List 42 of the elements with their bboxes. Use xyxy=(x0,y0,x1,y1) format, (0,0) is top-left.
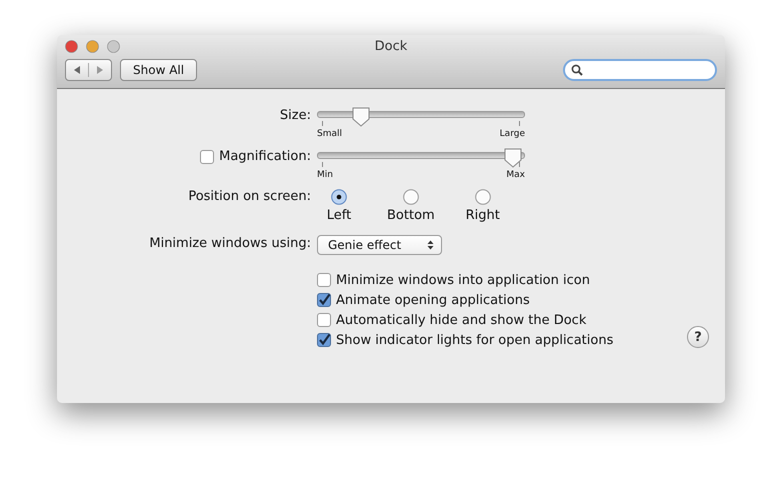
min-label: Min xyxy=(317,170,333,180)
slider-thumb[interactable] xyxy=(504,148,522,168)
checkbox[interactable] xyxy=(317,293,331,307)
checkbox-label: Minimize windows into application icon xyxy=(336,272,590,288)
min-label: Small xyxy=(317,129,342,139)
checkbox[interactable] xyxy=(317,313,331,327)
magnification-label: Magnification: xyxy=(219,148,311,166)
radio-label: Right xyxy=(466,208,500,223)
close-button[interactable] xyxy=(65,40,78,52)
zoom-button[interactable] xyxy=(107,40,120,52)
radio-button[interactable] xyxy=(402,189,419,205)
checkbox[interactable] xyxy=(317,333,331,347)
help-button[interactable]: ? xyxy=(687,326,709,348)
checkbox-label: Show indicator lights for open applications xyxy=(336,332,614,348)
position-label: Position on screen: xyxy=(188,188,311,206)
slider-thumb[interactable] xyxy=(352,107,370,127)
minimize-label: Minimize windows using: xyxy=(149,235,311,253)
checkbox[interactable] xyxy=(317,273,331,287)
checkbox-label: Animate opening applications xyxy=(336,292,530,308)
search-field[interactable] xyxy=(563,59,717,81)
radio-button[interactable] xyxy=(331,189,347,205)
tick-mark xyxy=(519,162,520,167)
minimize-button[interactable] xyxy=(86,40,99,52)
back-arrow-icon[interactable] xyxy=(72,65,82,75)
radio-label: Left xyxy=(326,208,352,223)
back-forward-control[interactable] xyxy=(65,59,112,81)
radio-button[interactable] xyxy=(474,189,491,205)
max-label: Max xyxy=(506,170,525,180)
forward-arrow-icon[interactable] xyxy=(95,65,105,75)
tick-mark xyxy=(322,121,323,126)
checkbox[interactable] xyxy=(200,150,214,164)
radio-label: Bottom xyxy=(387,208,435,223)
search-icon xyxy=(571,64,583,76)
show-all-button[interactable]: Show All xyxy=(120,59,198,81)
tick-mark xyxy=(322,162,323,167)
tick-mark xyxy=(519,121,520,126)
size-label: Size: xyxy=(280,107,311,125)
updown-arrows-icon xyxy=(427,240,434,250)
window-title: Dock xyxy=(374,38,408,54)
checkbox-label: Automatically hide and show the Dock xyxy=(336,312,586,328)
minimize-effect-dropdown[interactable]: Genie effect xyxy=(317,235,442,255)
max-label: Large xyxy=(500,129,525,139)
